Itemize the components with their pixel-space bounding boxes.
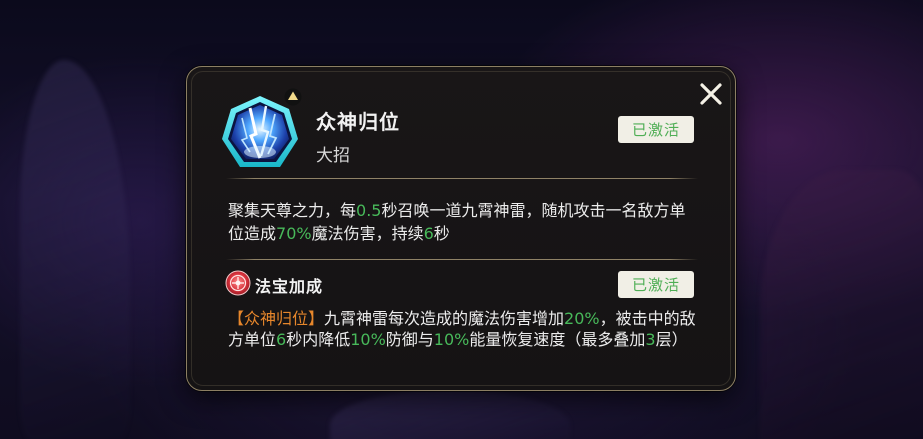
rank-up-icon — [284, 88, 302, 106]
skill-name: 众神归位 — [316, 110, 400, 134]
treasure-status-badge: 已激活 — [618, 271, 694, 298]
treasure-bonus-title: 法宝加成 — [255, 277, 324, 296]
skill-tag: 【众神归位】 — [228, 309, 325, 328]
desc-text: 防御与 — [385, 330, 434, 349]
desc-value: 10% — [433, 330, 470, 349]
background-rock-bottom — [330, 390, 570, 439]
treasure-description: 【众神归位】九霄神雷每次造成的魔法伤害增加20%，被击中的敌方单位6秒内降低10… — [228, 308, 703, 350]
desc-text: 层） — [655, 330, 688, 349]
divider — [226, 259, 698, 260]
desc-text: 秒内降低 — [286, 330, 351, 349]
desc-value: 3 — [645, 330, 656, 349]
desc-text: 秒 — [433, 224, 450, 243]
skill-type: 大招 — [316, 146, 350, 166]
background-rock-right — [760, 170, 923, 439]
desc-value: 10% — [350, 330, 386, 349]
treasure-seal-icon — [225, 270, 251, 296]
desc-value: 70% — [276, 224, 312, 243]
background-rock-left — [20, 60, 130, 439]
desc-value: 6 — [423, 224, 434, 243]
divider — [226, 178, 698, 179]
skill-description: 聚集天尊之力，每0.5秒召唤一道九霄神雷，随机攻击一名敌方单位造成70%魔法伤害… — [228, 199, 698, 245]
desc-text: 能量恢复速度（最多叠加 — [469, 330, 646, 349]
desc-text: 魔法伤害，持续 — [311, 224, 424, 243]
skill-status-badge: 已激活 — [618, 116, 694, 143]
close-icon — [700, 83, 722, 105]
desc-text: 聚集天尊之力，每 — [228, 201, 357, 220]
desc-value: 0.5 — [356, 201, 382, 220]
close-button[interactable] — [697, 80, 725, 108]
desc-value: 6 — [276, 330, 287, 349]
desc-text: 九霄神雷每次造成的魔法伤害增加 — [324, 309, 565, 328]
desc-value: 20% — [564, 309, 600, 328]
